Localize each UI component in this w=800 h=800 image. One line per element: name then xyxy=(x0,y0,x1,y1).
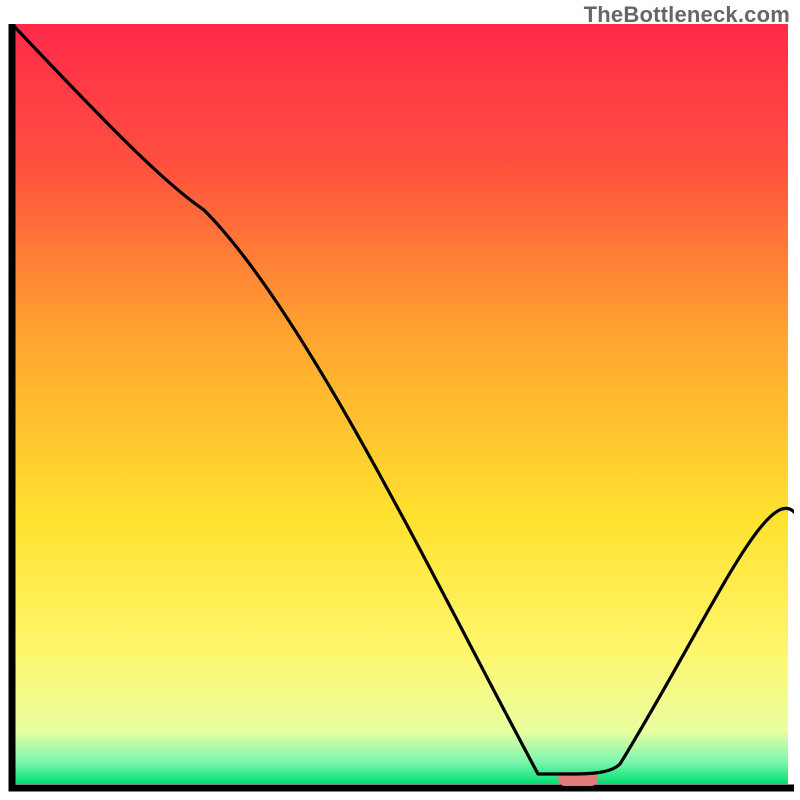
gradient-background xyxy=(12,24,788,784)
chart-svg xyxy=(6,24,794,794)
chart-stage: TheBottleneck.com xyxy=(0,0,800,800)
bottleneck-chart xyxy=(6,24,794,794)
